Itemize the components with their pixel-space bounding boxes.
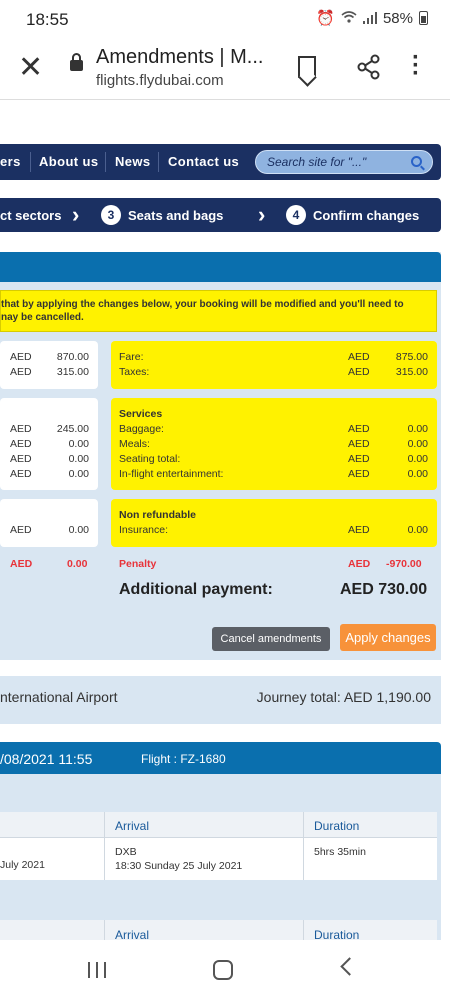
nonrefundable-title: Non refundable [119,509,197,521]
status-bar: 18:55 ⏰ 58% [0,0,450,38]
nav-item-partial[interactable]: ers [0,154,21,169]
status-icons: ⏰ 58% [316,9,428,27]
share-icon[interactable] [356,54,382,80]
home-icon[interactable] [213,960,233,980]
panel-header [0,252,441,282]
warning-notice: that by applying the changes below, your… [0,290,437,332]
signal-icon [362,12,377,24]
clock: 18:55 [26,10,69,29]
flight-number: Flight : FZ-1680 [141,752,226,766]
cancel-amendments-button[interactable]: Cancel amendments [212,627,330,651]
flight-table: Arrival Duration July 2021 DXB 18:30 Sun… [0,812,437,880]
table-header: Arrival Duration [0,812,437,838]
old-services-box: AED 245.00 AED 0.00 AED 0.00 AED 0.00 [0,398,98,490]
journey-summary: nternational Airport Journey total: AED … [0,676,441,724]
step-select-sectors[interactable]: ct sectors [0,208,61,223]
fare-label: Fare: [119,351,144,363]
apply-changes-button[interactable]: Apply changes [340,624,436,651]
chevron-right-icon: › [72,202,80,227]
search-placeholder: Search site for "..." [267,155,367,169]
site-nav: ers About us News Contact us Search site… [0,144,441,180]
alarm-icon: ⏰ [316,10,335,27]
progress-steps: ct sectors › 3 Seats and bags › 4 Confir… [0,198,441,232]
journey-total: Journey total: AED 1,190.00 [256,689,431,705]
nav-item-about[interactable]: About us [39,154,99,169]
chevron-right-icon: › [258,202,266,227]
step-number-3: 3 [101,205,121,225]
close-icon[interactable]: ✕ [18,53,43,83]
notice-line-1: that by applying the changes below, your… [1,299,404,310]
penalty-label: Penalty [119,558,157,570]
column-duration: Duration [314,819,360,833]
bookmark-icon[interactable] [298,56,316,78]
new-penalty-value: -970.00 [386,558,422,570]
flight-duration: 5hrs 35min [314,846,366,858]
page-title[interactable]: Amendments | M... [96,46,263,69]
taxes-label: Taxes: [119,366,150,378]
arrival-time: 18:30 Sunday 25 July 2021 [115,860,243,872]
battery-percent: 58% [382,9,413,27]
search-input[interactable]: Search site for "..." [255,150,433,174]
old-fare-value: 870.00 [56,351,89,363]
column-arrival: Arrival [115,819,150,833]
additional-payment-amount: AED 730.00 [340,581,428,598]
url-text[interactable]: flights.flydubai.com [96,72,224,89]
nav-divider [30,152,31,172]
old-taxes-value: 315.00 [56,366,89,378]
departure-date: July 2021 [0,859,45,871]
new-services-box: Services Baggage: AED 0.00 Meals: AED 0.… [111,398,437,490]
wifi-icon [341,10,357,27]
amendment-summary-panel: that by applying the changes below, your… [0,252,441,660]
old-penalty-value: 0.00 [67,558,88,570]
back-icon[interactable] [340,957,359,976]
airport-name: nternational Airport [0,689,118,705]
flight-datetime: /08/2021 11:55 [0,751,93,767]
nav-item-contact[interactable]: Contact us [168,154,239,169]
new-insurance-box: Non refundable Insurance: AED 0.00 [111,499,437,547]
lock-icon[interactable] [70,53,83,71]
flight-header: /08/2021 11:55 Flight : FZ-1680 [0,742,441,774]
step-number-4: 4 [286,205,306,225]
services-title: Services [119,408,163,420]
recent-apps-icon[interactable] [88,962,108,978]
nav-item-news[interactable]: News [115,154,151,169]
new-fare-box: Fare: AED 875.00 Taxes: AED 315.00 [111,341,437,389]
nav-divider [105,152,106,172]
search-icon[interactable] [411,156,422,167]
browser-toolbar: ✕ Amendments | M... flights.flydubai.com… [0,38,450,100]
new-taxes-value: 315.00 [395,366,428,378]
old-fare-box: AED 870.00 AED 315.00 [0,341,98,389]
nav-divider [158,152,159,172]
new-fare-value: 875.00 [395,351,428,363]
additional-payment-label: Additional payment: [119,581,273,598]
arrival-airport: DXB [115,846,137,858]
step-confirm-changes[interactable]: Confirm changes [313,208,419,223]
battery-icon [419,11,428,25]
notice-line-2: nay be cancelled. [1,312,84,323]
step-seats-bags[interactable]: Seats and bags [128,208,223,223]
more-menu-icon[interactable]: · · · [412,46,420,86]
old-insurance-box: AED 0.00 [0,499,98,547]
system-navigation-bar [0,940,450,1000]
